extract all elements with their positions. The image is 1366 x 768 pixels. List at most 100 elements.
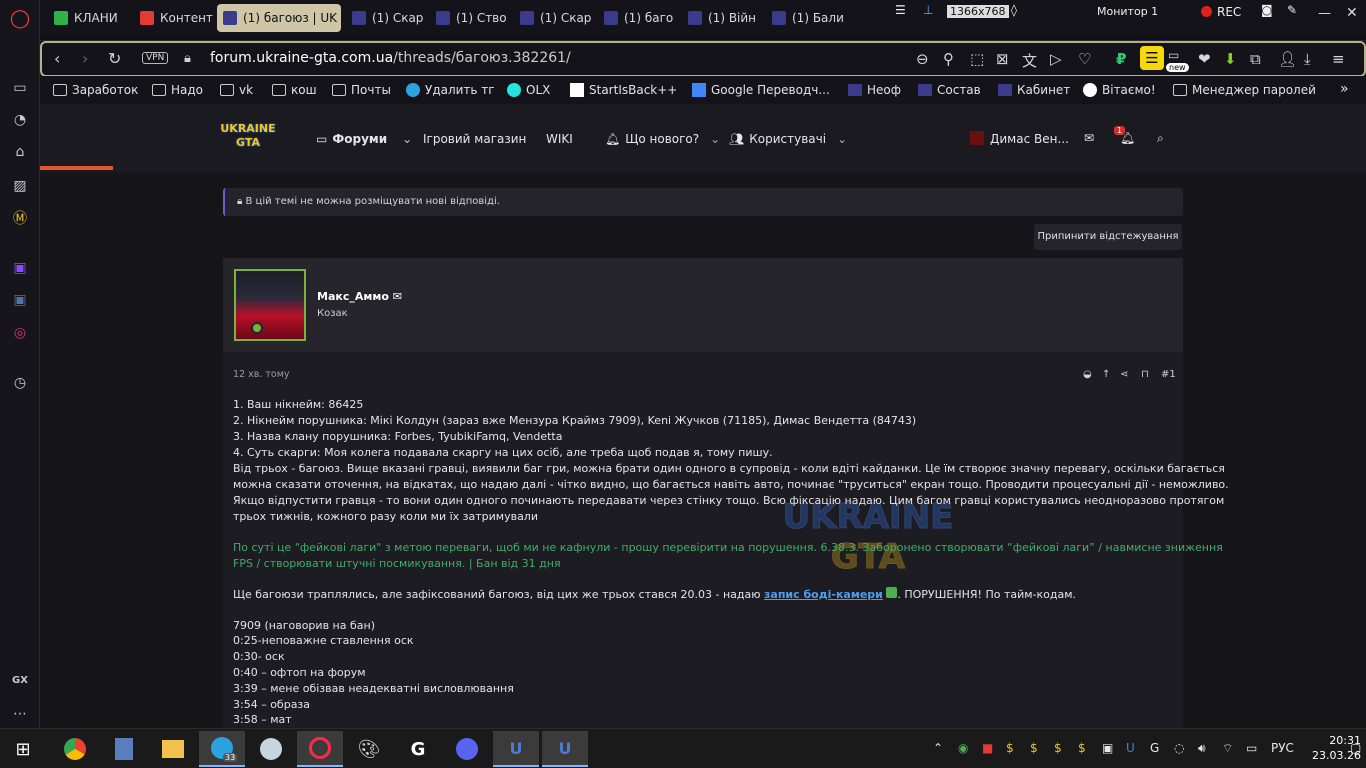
rec-label[interactable]: REC bbox=[1217, 5, 1241, 19]
gx-icon[interactable]: GX bbox=[10, 670, 30, 690]
tab-active[interactable]: (1) багоюз | UK bbox=[217, 4, 341, 32]
game-launcher-icon[interactable]: U bbox=[493, 731, 539, 767]
pen-icon[interactable]: ✎ bbox=[1287, 3, 1297, 17]
upvote-icon[interactable]: ↑ bbox=[1102, 369, 1110, 380]
opera-logo-icon[interactable]: ◯ bbox=[10, 8, 30, 29]
gx-corner-icon[interactable]: ▨ bbox=[10, 176, 30, 196]
tab-4[interactable]: (1) Скар bbox=[346, 4, 426, 32]
tray-dollar-icon[interactable]: $ bbox=[1054, 741, 1062, 755]
close-overlay-icon[interactable]: ✕ bbox=[1346, 5, 1358, 21]
notifications-icon[interactable]: ▢ bbox=[1350, 741, 1361, 755]
tab-7[interactable]: (1) баго bbox=[598, 4, 678, 32]
logitech-icon[interactable]: G bbox=[395, 731, 441, 767]
tray-game-icon[interactable]: U bbox=[1126, 741, 1135, 755]
lock-icon[interactable]: 🔒︎ bbox=[184, 51, 191, 66]
tray-dollar-icon[interactable]: $ bbox=[1078, 741, 1086, 755]
gamepad-icon[interactable]: ▭ bbox=[10, 78, 30, 98]
bookmark-item[interactable]: Google Переводч... bbox=[692, 83, 830, 97]
bookmark-item[interactable]: Надо bbox=[152, 83, 203, 97]
bookmark-item[interactable]: Состав bbox=[918, 83, 981, 97]
snapshot-icon[interactable]: ⬚ bbox=[970, 50, 984, 68]
translate-icon[interactable]: 文 bbox=[1022, 50, 1037, 71]
tab-9[interactable]: (1) Бали bbox=[766, 4, 846, 32]
bookmark-icon[interactable]: ⊓ bbox=[1141, 369, 1149, 380]
history-icon[interactable]: ◷ bbox=[10, 373, 30, 393]
currency-extension-icon[interactable]: ₽ bbox=[1116, 50, 1126, 68]
store-icon[interactable]: ⌂ bbox=[10, 142, 30, 162]
battery-icon[interactable]: ▭ bbox=[1246, 741, 1257, 755]
post-number[interactable]: #1 bbox=[1161, 369, 1176, 380]
site-logo[interactable]: UKRAINE GTA bbox=[216, 122, 280, 156]
download-extension-icon[interactable]: ⬇ bbox=[1224, 50, 1237, 68]
twitch-icon[interactable]: ▣ bbox=[10, 258, 30, 278]
extension-heart-icon[interactable]: ❤ bbox=[1198, 50, 1211, 68]
camera-icon[interactable]: ◙ bbox=[1261, 3, 1273, 17]
bookmark-item[interactable]: Неоф bbox=[848, 83, 901, 97]
paint-icon[interactable]: 🎨︎ bbox=[346, 731, 392, 767]
user-avatar[interactable] bbox=[234, 269, 306, 341]
avatar[interactable] bbox=[970, 131, 984, 145]
pin-icon[interactable]: ⊥ bbox=[923, 3, 933, 17]
game-launcher-2-icon[interactable]: U bbox=[542, 731, 588, 767]
post-author[interactable]: Макс_Аммо ✉ bbox=[317, 290, 402, 303]
bookmark-item[interactable]: Кабинет bbox=[998, 83, 1070, 97]
pin-page-icon[interactable]: ⚲ bbox=[943, 50, 954, 68]
bookmark-item[interactable]: Почты bbox=[332, 83, 391, 97]
bookmark-item[interactable]: Заработок bbox=[53, 83, 138, 97]
tray-chevron-icon[interactable]: ⌃ bbox=[933, 741, 943, 755]
play-icon[interactable]: ▷ bbox=[1050, 50, 1062, 68]
forward-icon[interactable]: › bbox=[82, 49, 88, 68]
nav-users[interactable]: 👥︎ Користувачі ⌄ bbox=[729, 132, 847, 146]
post-time[interactable]: 12 хв. тому bbox=[233, 369, 290, 380]
tray-app-icon[interactable]: ◉ bbox=[958, 741, 968, 755]
minimize-overlay-icon[interactable]: — bbox=[1318, 6, 1331, 21]
mail-icon[interactable]: ✉ bbox=[393, 290, 402, 303]
bookmark-item[interactable]: Вітаємо! bbox=[1083, 83, 1156, 97]
drop-icon[interactable]: ◊ bbox=[1011, 3, 1017, 17]
downloads-icon[interactable]: ⤓ bbox=[1304, 50, 1311, 68]
bookmarks-overflow-icon[interactable]: » bbox=[1340, 81, 1349, 97]
telegram-taskbar-icon[interactable]: 33 bbox=[199, 731, 245, 767]
instagram-icon[interactable]: ◎ bbox=[10, 323, 30, 343]
start-icon[interactable]: ⊞ bbox=[0, 731, 46, 767]
menu-icon[interactable]: ≡ bbox=[1332, 50, 1345, 68]
account-name[interactable]: Димас Вен... bbox=[990, 132, 1069, 146]
zoom-icon[interactable]: ⊖ bbox=[916, 50, 929, 68]
tray-record-icon[interactable]: ■ bbox=[982, 741, 993, 755]
input-language[interactable]: РУС bbox=[1271, 741, 1294, 755]
heart-icon[interactable]: ♡ bbox=[1078, 50, 1091, 68]
calculator-icon[interactable] bbox=[101, 731, 147, 767]
chrome-icon[interactable] bbox=[52, 731, 98, 767]
extensions-icon[interactable]: ⧉ bbox=[1250, 50, 1261, 68]
bodycam-link[interactable]: запис боді-камери bbox=[764, 588, 883, 601]
steam-icon[interactable] bbox=[248, 731, 294, 767]
tray-network-app-icon[interactable]: ▣ bbox=[1102, 741, 1113, 755]
nav-forums[interactable]: ▭ Форуми ⌄ bbox=[316, 132, 412, 146]
more-icon[interactable]: ⋯ bbox=[10, 704, 30, 724]
bookmark-item[interactable]: StartIsBack++ bbox=[570, 83, 677, 97]
list-icon[interactable]: ☰ bbox=[895, 3, 906, 17]
extension-yellow-icon[interactable]: ☰ bbox=[1140, 46, 1164, 70]
m-app-icon[interactable]: Ⓜ bbox=[10, 208, 30, 228]
profile-icon[interactable]: 👤︎ bbox=[1278, 50, 1297, 68]
tab-5[interactable]: (1) Ство bbox=[430, 4, 510, 32]
vpn-badge[interactable]: VPN bbox=[142, 52, 169, 64]
nav-wiki[interactable]: WIKI bbox=[546, 132, 573, 146]
opera-gx-taskbar-icon[interactable] bbox=[297, 731, 343, 767]
discord-icon[interactable] bbox=[444, 731, 490, 767]
blocker-icon[interactable]: ⊠ bbox=[996, 50, 1009, 68]
tray-vpn-icon[interactable]: ◌ bbox=[1174, 741, 1184, 755]
reload-icon[interactable]: ↻ bbox=[108, 49, 121, 68]
nav-whats-new[interactable]: 🔔︎ Що нового? ⌄ bbox=[605, 132, 720, 146]
tab-8[interactable]: (1) Війн bbox=[682, 4, 762, 32]
tray-logitech-icon[interactable]: G bbox=[1150, 741, 1159, 755]
monitor-label[interactable]: Монитор 1 bbox=[1097, 5, 1158, 18]
search-icon[interactable]: ⌕ bbox=[1157, 131, 1164, 146]
bookmark-item[interactable]: Удалить тг bbox=[406, 83, 495, 97]
tray-dollar-icon[interactable]: $ bbox=[1006, 741, 1014, 755]
url-field[interactable]: forum.ukraine-gta.com.ua/threads/багоюз.… bbox=[210, 50, 571, 66]
inbox-icon[interactable]: ✉ bbox=[1084, 131, 1094, 145]
speed-dial-icon[interactable]: ◔ bbox=[10, 110, 30, 130]
share-icon[interactable]: ⋖ bbox=[1120, 369, 1128, 380]
bookmark-item[interactable]: OLX bbox=[507, 83, 550, 97]
